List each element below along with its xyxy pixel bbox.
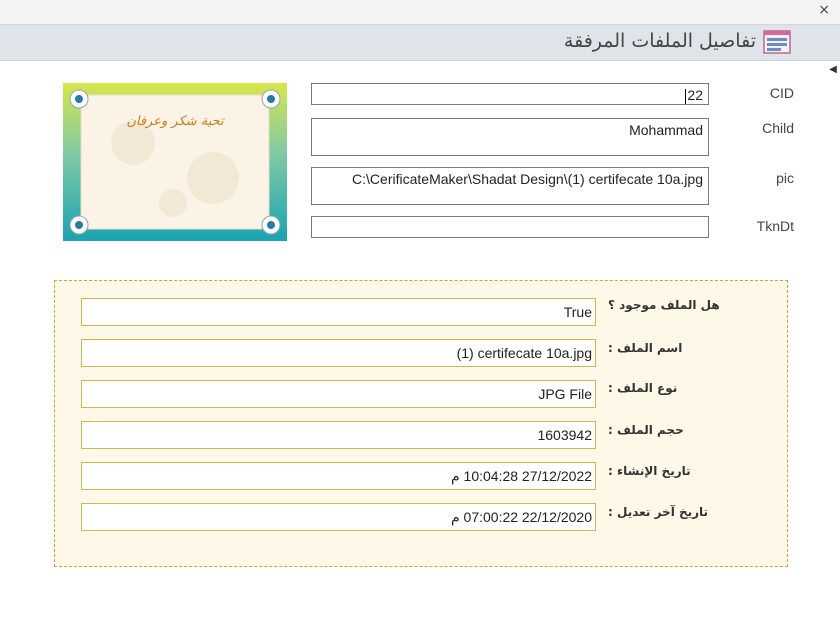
modified-date-field[interactable]: 22/12/2020 07:00:22 م [81,503,596,531]
cid-value: 22 [687,87,703,103]
pic-field[interactable]: C:\CerificateMaker\Shadat Design\(1) cer… [311,167,709,205]
file-exists-label: هل الملف موجود ؟ [608,298,720,312]
created-date-field[interactable]: 27/12/2022 10:04:28 م [81,462,596,490]
file-type-field[interactable]: JPG File [81,380,596,408]
certificate-caption: تحية شكر وعرفان [126,114,225,129]
file-type-label: نوع الملف : [608,381,678,395]
created-date-label: تاريخ الإنشاء : [608,464,691,478]
file-size-field[interactable]: 1603942 [81,421,596,449]
cid-label: CID [769,85,794,101]
modified-date-label: تاريخ آخر تعديل : [608,505,709,519]
close-icon[interactable]: × [818,2,830,18]
tkndt-field[interactable] [311,216,709,238]
tkndt-label: TknDt [756,218,794,234]
file-exists-field[interactable]: True [81,298,596,326]
child-label: Child [762,120,794,136]
file-size-label: حجم الملف : [608,423,684,437]
pic-label: pic [776,170,794,186]
child-field[interactable]: Mohammad [311,118,709,156]
file-name-field[interactable]: (1) certifecate 10a.jpg [81,339,596,367]
form-icon [763,30,791,54]
page-title: تفاصيل الملفات المرفقة [563,30,756,52]
window-titlebar: × [0,0,840,25]
cid-field[interactable]: 22 [311,83,709,105]
certificate-image: تحية شكر وعرفان [63,83,287,241]
scroll-left-icon[interactable]: ◀ [826,60,840,80]
file-name-label: اسم الملف : [608,341,683,355]
